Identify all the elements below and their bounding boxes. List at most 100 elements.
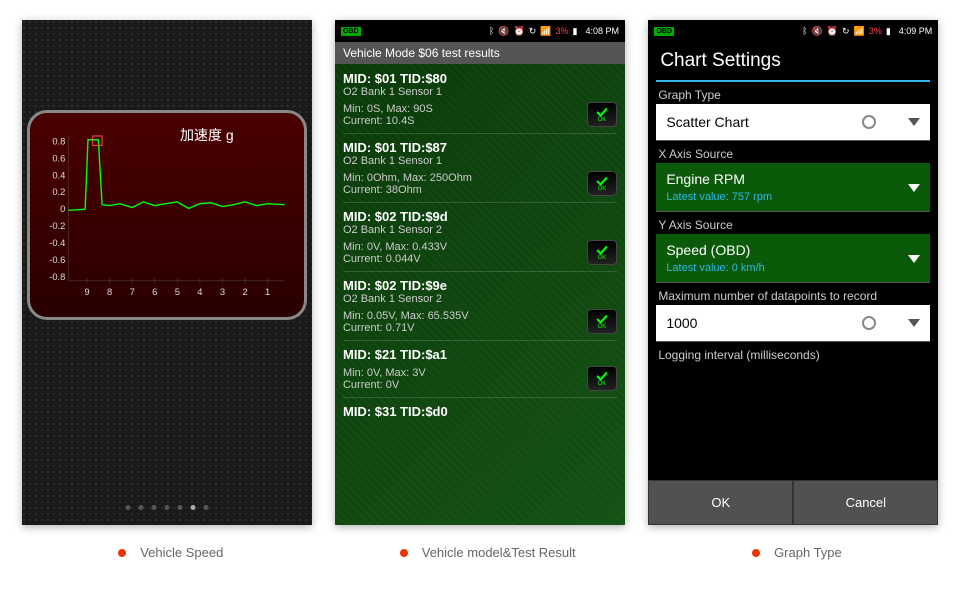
graph-type-label: Graph Type [656, 82, 930, 104]
sync-icon: ↻ [842, 26, 850, 37]
test-minmax: Min: 0V, Max: 0.433V [343, 241, 447, 253]
page-indicator [125, 505, 208, 510]
test-minmax: Min: 0.05V, Max: 65.535V [343, 310, 469, 322]
status-bar: OBD ᛒ 🔇 ⏰ ↻ 📶 3% ▮ 4:08 PM [335, 20, 625, 42]
caption: Vehicle model&Test Result [400, 545, 576, 560]
check-icon [595, 245, 609, 255]
battery-percent: 3% [555, 26, 568, 36]
status-bar: OBD ᛒ 🔇 ⏰ ↻ 📶 3% ▮ 4:09 PM [648, 20, 938, 42]
test-label: MID: $02 TID:$9d [343, 209, 617, 224]
acceleration-chart-panel: 加速度 g 0.8 0.6 0.4 0.2 0 -0.2 -0.4 -0 [27, 110, 307, 320]
graph-type-value: Scatter Chart [666, 114, 748, 130]
battery-icon: ▮ [573, 26, 578, 37]
test-item[interactable]: MID: $02 TID:$9d O2 Bank 1 Sensor 2 Min:… [343, 206, 617, 275]
captions-row: Vehicle Speed Vehicle model&Test Result … [0, 525, 960, 580]
y-axis-label: Y Axis Source [656, 212, 930, 234]
svg-text:-0.2: -0.2 [49, 220, 65, 231]
ok-text: OK [598, 117, 607, 123]
graph-type-select[interactable]: Scatter Chart [656, 104, 930, 141]
test-item[interactable]: MID: $31 TID:$d0 [343, 401, 617, 422]
svg-text:2: 2 [242, 286, 247, 297]
test-label: MID: $02 TID:$9e [343, 278, 617, 293]
sync-icon: ↻ [529, 26, 537, 37]
caption-text: Vehicle model&Test Result [422, 545, 576, 560]
svg-text:0.4: 0.4 [52, 169, 65, 180]
ok-badge: OK [587, 102, 617, 127]
ok-text: OK [598, 255, 607, 261]
chart-title: 加速度 g [180, 125, 234, 145]
test-label: MID: $01 TID:$87 [343, 140, 617, 155]
bluetooth-icon: ᛒ [802, 26, 807, 36]
test-current: Current: 0V [343, 379, 426, 391]
bullet-icon [118, 549, 126, 557]
dialog-title: Chart Settings [656, 42, 930, 82]
ok-text: OK [598, 324, 607, 330]
max-datapoints-label: Maximum number of datapoints to record [656, 283, 930, 305]
battery-percent: 3% [869, 26, 882, 36]
svg-text:5: 5 [174, 286, 179, 297]
check-icon [595, 176, 609, 186]
acceleration-chart: 0.8 0.6 0.4 0.2 0 -0.2 -0.4 -0.6 -0.8 98… [40, 123, 294, 307]
caption-text: Graph Type [774, 545, 842, 560]
test-minmax: Min: 0Ohm, Max: 250Ohm [343, 172, 472, 184]
test-item[interactable]: MID: $01 TID:$87 O2 Bank 1 Sensor 1 Min:… [343, 137, 617, 206]
x-axis-select[interactable]: Engine RPM Latest value: 757 rpm [656, 163, 930, 212]
check-icon [595, 371, 609, 381]
ok-badge: OK [587, 366, 617, 391]
chevron-down-icon [908, 118, 920, 126]
battery-icon: ▮ [886, 26, 891, 37]
test-current: Current: 10.4S [343, 115, 433, 127]
test-sublabel: O2 Bank 1 Sensor 1 [343, 86, 617, 98]
bullet-icon [752, 549, 760, 557]
max-datapoints-value: 1000 [666, 315, 697, 331]
ok-text: OK [598, 186, 607, 192]
ok-badge: OK [587, 309, 617, 334]
mute-icon: 🔇 [812, 26, 823, 37]
clock: 4:08 PM [585, 26, 619, 36]
bluetooth-icon: ᛒ [489, 26, 494, 36]
alarm-icon: ⏰ [514, 26, 525, 37]
x-axis-label: X Axis Source [656, 141, 930, 163]
svg-text:8: 8 [107, 286, 112, 297]
cancel-button[interactable]: Cancel [793, 480, 938, 525]
signal-icon: 📶 [540, 26, 551, 37]
phone-chart-settings: OBD ᛒ 🔇 ⏰ ↻ 📶 3% ▮ 4:09 PM Chart Setting… [648, 20, 938, 525]
clock: 4:09 PM [899, 26, 933, 36]
ok-text: OK [598, 381, 607, 387]
phone-test-results: OBD ᛒ 🔇 ⏰ ↻ 📶 3% ▮ 4:08 PM Vehicle Mode … [335, 20, 625, 525]
test-item[interactable]: MID: $01 TID:$80 O2 Bank 1 Sensor 1 Min:… [343, 68, 617, 137]
screen-title: Vehicle Mode $06 test results [335, 42, 625, 64]
bullet-icon [400, 549, 408, 557]
x-axis-latest: Latest value: 757 rpm [666, 191, 920, 203]
max-datapoints-select[interactable]: 1000 [656, 305, 930, 342]
test-label: MID: $21 TID:$a1 [343, 347, 617, 362]
signal-icon: 📶 [854, 26, 865, 37]
ok-badge: OK [587, 240, 617, 265]
test-current: Current: 0.71V [343, 322, 469, 334]
svg-text:7: 7 [129, 286, 134, 297]
ok-button[interactable]: OK [648, 480, 793, 525]
svg-text:-0.4: -0.4 [49, 237, 65, 248]
test-item[interactable]: MID: $21 TID:$a1 Min: 0V, Max: 3V Curren… [343, 344, 617, 401]
test-results-list[interactable]: MID: $01 TID:$80 O2 Bank 1 Sensor 1 Min:… [335, 64, 625, 525]
svg-text:1: 1 [265, 286, 270, 297]
chevron-down-icon [908, 255, 920, 263]
radio-icon [862, 115, 876, 129]
obd-indicator: OBD [341, 27, 361, 36]
svg-text:0: 0 [60, 203, 65, 214]
test-minmax: Min: 0V, Max: 3V [343, 367, 426, 379]
y-axis-value: Speed (OBD) [666, 242, 920, 258]
caption: Vehicle Speed [118, 545, 223, 560]
test-sublabel: O2 Bank 1 Sensor 2 [343, 293, 617, 305]
test-item[interactable]: MID: $02 TID:$9e O2 Bank 1 Sensor 2 Min:… [343, 275, 617, 344]
test-sublabel: O2 Bank 1 Sensor 2 [343, 224, 617, 236]
chevron-down-icon [908, 184, 920, 192]
check-icon [595, 314, 609, 324]
chevron-down-icon [908, 319, 920, 327]
x-axis-value: Engine RPM [666, 171, 920, 187]
ok-badge: OK [587, 171, 617, 196]
caption-text: Vehicle Speed [140, 545, 223, 560]
radio-icon [862, 316, 876, 330]
y-axis-select[interactable]: Speed (OBD) Latest value: 0 km/h [656, 234, 930, 283]
y-axis-latest: Latest value: 0 km/h [666, 262, 920, 274]
